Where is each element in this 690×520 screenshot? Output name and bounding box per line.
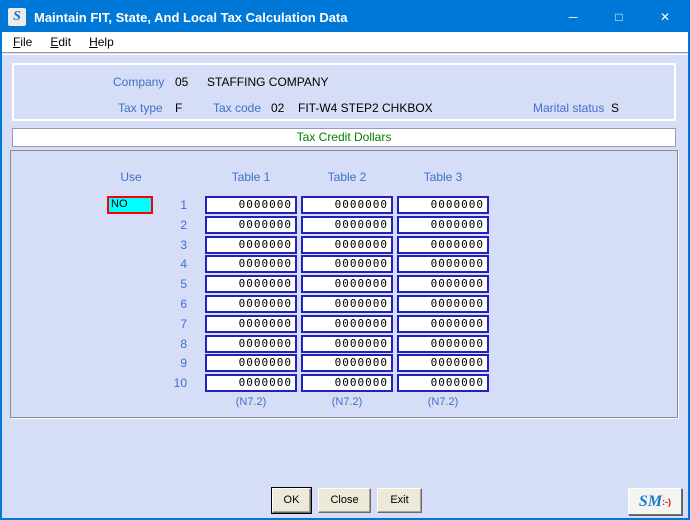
sm-logo-s: S xyxy=(639,494,648,510)
client-area: Company 05 STAFFING COMPANY Tax type F T… xyxy=(2,54,688,518)
table2-column-header: Table 2 xyxy=(301,170,393,184)
menu-item-edit[interactable]: Edit xyxy=(43,33,78,51)
row-number: 1 xyxy=(141,198,187,212)
menu-item-file[interactable]: File xyxy=(6,33,39,51)
table-row: 6 0000000 0000000 0000000 xyxy=(11,295,677,313)
menu-bar: File Edit Help xyxy=(2,32,688,53)
section-title: Tax Credit Dollars xyxy=(12,128,676,147)
table-row: 10 0000000 0000000 0000000 xyxy=(11,374,677,392)
company-label: Company xyxy=(113,75,164,89)
table1-value-field[interactable]: 0000000 xyxy=(205,255,297,273)
tax-type-value: F xyxy=(175,101,182,115)
table2-value-field[interactable]: 0000000 xyxy=(301,335,393,353)
app-window: S Maintain FIT, State, And Local Tax Cal… xyxy=(0,0,690,520)
table1-column-header: Table 1 xyxy=(205,170,297,184)
tax-credit-table-panel: Use Table 1 Table 2 Table 3 NO 1 0000000… xyxy=(10,150,678,418)
table1-value-field[interactable]: 0000000 xyxy=(205,236,297,254)
table1-value-field[interactable]: 0000000 xyxy=(205,275,297,293)
company-name: STAFFING COMPANY xyxy=(207,75,329,89)
table-row: 7 0000000 0000000 0000000 xyxy=(11,315,677,333)
company-code: 05 xyxy=(175,75,188,89)
use-column-header: Use xyxy=(96,170,166,184)
table3-column-header: Table 3 xyxy=(397,170,489,184)
table3-value-field[interactable]: 0000000 xyxy=(397,374,489,392)
row-number: 5 xyxy=(141,277,187,291)
table2-value-field[interactable]: 0000000 xyxy=(301,354,393,372)
maximize-button[interactable]: □ xyxy=(596,2,642,32)
table-row: 4 0000000 0000000 0000000 xyxy=(11,255,677,273)
table3-format-label: (N7.2) xyxy=(397,396,489,408)
table-row: 2 0000000 0000000 0000000 xyxy=(11,216,677,234)
table3-value-field[interactable]: 0000000 xyxy=(397,354,489,372)
table1-value-field[interactable]: 0000000 xyxy=(205,196,297,214)
table2-value-field[interactable]: 0000000 xyxy=(301,236,393,254)
row-number: 6 xyxy=(141,297,187,311)
table-row: 1 0000000 0000000 0000000 xyxy=(11,196,677,214)
row-number: 3 xyxy=(141,238,187,252)
table-row: 5 0000000 0000000 0000000 xyxy=(11,275,677,293)
table3-value-field[interactable]: 0000000 xyxy=(397,275,489,293)
table2-value-field[interactable]: 0000000 xyxy=(301,374,393,392)
app-icon: S xyxy=(8,8,26,26)
minimize-button[interactable]: ─ xyxy=(550,2,596,32)
table-row: 3 0000000 0000000 0000000 xyxy=(11,236,677,254)
ok-button[interactable]: OK xyxy=(272,488,311,513)
table3-value-field[interactable]: 0000000 xyxy=(397,196,489,214)
row-number: 4 xyxy=(141,257,187,271)
window-title: Maintain FIT, State, And Local Tax Calcu… xyxy=(34,10,348,25)
table1-format-label: (N7.2) xyxy=(205,396,297,408)
exit-button[interactable]: Exit xyxy=(377,488,422,513)
table3-value-field[interactable]: 0000000 xyxy=(397,216,489,234)
sm-logo-button[interactable]: S M :-) xyxy=(628,488,682,515)
close-dialog-button[interactable]: Close xyxy=(318,488,371,513)
marital-status-value: S xyxy=(611,101,619,115)
titlebar: S Maintain FIT, State, And Local Tax Cal… xyxy=(2,2,688,32)
row-number: 8 xyxy=(141,337,187,351)
table3-value-field[interactable]: 0000000 xyxy=(397,335,489,353)
table1-value-field[interactable]: 0000000 xyxy=(205,315,297,333)
table2-format-label: (N7.2) xyxy=(301,396,393,408)
table1-value-field[interactable]: 0000000 xyxy=(205,374,297,392)
row-number: 7 xyxy=(141,317,187,331)
table3-value-field[interactable]: 0000000 xyxy=(397,255,489,273)
table1-value-field[interactable]: 0000000 xyxy=(205,354,297,372)
window-controls: ─ □ ✕ xyxy=(550,2,688,32)
row-number: 9 xyxy=(141,356,187,370)
table2-value-field[interactable]: 0000000 xyxy=(301,295,393,313)
menu-item-help[interactable]: Help xyxy=(82,33,121,51)
table1-value-field[interactable]: 0000000 xyxy=(205,335,297,353)
table2-value-field[interactable]: 0000000 xyxy=(301,255,393,273)
table3-value-field[interactable]: 0000000 xyxy=(397,315,489,333)
tax-code-name: FIT-W4 STEP2 CHKBOX xyxy=(298,101,433,115)
table-row: 9 0000000 0000000 0000000 xyxy=(11,354,677,372)
tax-type-label: Tax type xyxy=(118,101,163,115)
row-number: 2 xyxy=(141,218,187,232)
table2-value-field[interactable]: 0000000 xyxy=(301,275,393,293)
table1-value-field[interactable]: 0000000 xyxy=(205,295,297,313)
table2-value-field[interactable]: 0000000 xyxy=(301,315,393,333)
close-button[interactable]: ✕ xyxy=(642,2,688,32)
table3-value-field[interactable]: 0000000 xyxy=(397,295,489,313)
sm-logo-smiley: :-) xyxy=(662,497,671,507)
tax-code-value: 02 xyxy=(271,101,284,115)
table3-value-field[interactable]: 0000000 xyxy=(397,236,489,254)
table1-value-field[interactable]: 0000000 xyxy=(205,216,297,234)
marital-status-label: Marital status xyxy=(533,101,604,115)
table-row: 8 0000000 0000000 0000000 xyxy=(11,335,677,353)
tax-code-label: Tax code xyxy=(213,101,261,115)
header-panel: Company 05 STAFFING COMPANY Tax type F T… xyxy=(12,63,676,121)
table2-value-field[interactable]: 0000000 xyxy=(301,216,393,234)
sm-logo-m: M xyxy=(648,494,661,510)
table2-value-field[interactable]: 0000000 xyxy=(301,196,393,214)
row-number: 10 xyxy=(141,376,187,390)
